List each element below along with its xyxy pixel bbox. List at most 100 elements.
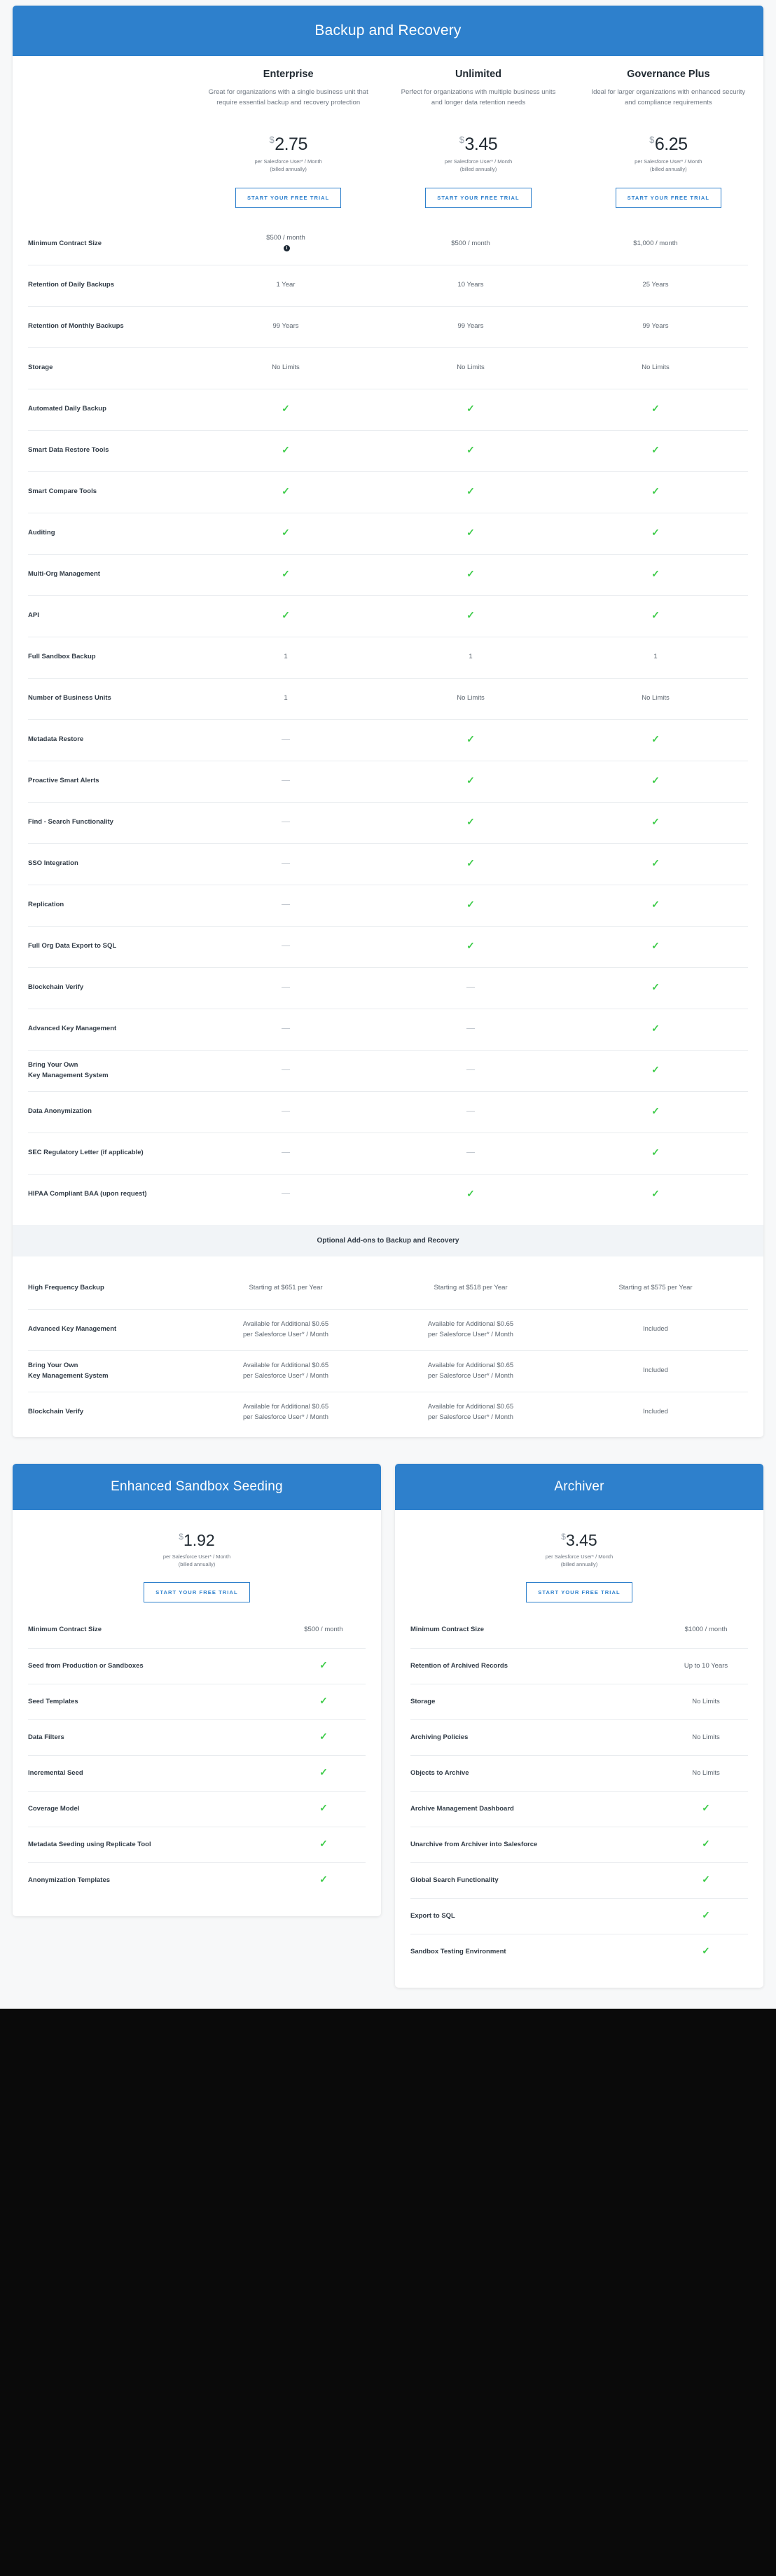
not-included-dash-icon (282, 780, 290, 782)
check-icon: ✓ (651, 567, 660, 579)
feature-value-col-1 (193, 728, 378, 752)
feature-value-col-2: ✓ (378, 1182, 563, 1208)
table-row: Sandbox Testing Environment ✓ (410, 1934, 748, 1969)
feature-label: SSO Integration (28, 859, 78, 868)
plan-description: Perfect for organizations with multiple … (401, 88, 556, 106)
cell-value: $500 / month (451, 239, 490, 247)
feature-value-col-3: Included (563, 1400, 748, 1425)
cell-value: Up to 10 Years (684, 1661, 728, 1670)
feature-label: Advanced Key Management (28, 1325, 117, 1334)
check-icon: ✓ (651, 1187, 660, 1199)
cell-value: Starting at $518 per Year (434, 1283, 508, 1292)
check-icon: ✓ (466, 857, 475, 868)
feature-value-col-3: $1,000 / month (563, 232, 748, 256)
start-free-trial-button-enterprise[interactable]: START YOUR FREE TRIAL (235, 187, 342, 208)
feature-value: ✓ (282, 1867, 366, 1894)
feature-value-col-1: $500 / month i (193, 226, 378, 261)
addons-table: High Frequency Backup Starting at $651 pe… (13, 1256, 763, 1437)
feature-value: ✓ (282, 1724, 366, 1751)
currency-symbol: $ (269, 134, 275, 145)
table-row: Full Sandbox Backup 1 1 1 (28, 636, 748, 678)
cell-value: 99 Years (457, 322, 484, 331)
not-included-dash-icon (282, 1111, 290, 1112)
check-icon: ✓ (282, 485, 290, 497)
feature-value-col-2: ✓ (378, 934, 563, 960)
check-icon: ✓ (466, 402, 475, 414)
feature-label: Proactive Smart Alerts (28, 777, 99, 785)
table-row: Export to SQL ✓ (410, 1898, 748, 1934)
start-free-trial-button-governance-plus[interactable]: START YOUR FREE TRIAL (615, 187, 722, 208)
feature-value-col-3: ✓ (563, 603, 748, 630)
cell-value: Available for Additional $0.65 per Salesf… (427, 1320, 514, 1338)
cell-value: 99 Years (272, 322, 299, 331)
feature-value-col-3: ✓ (563, 1140, 748, 1167)
feature-label: Storage (410, 1697, 436, 1705)
unit-line-2: (billed annually) (650, 166, 687, 173)
check-icon: ✓ (651, 609, 660, 621)
feature-value-col-2: 10 Years (378, 273, 563, 298)
backup-and-recovery-card: Backup and Recovery Enterprise Great for … (13, 6, 763, 1437)
cell-value: 1 (469, 653, 473, 661)
cell-value: $1000 / month (684, 1626, 728, 1634)
unit-line-1: per Salesforce User* / Month (254, 158, 322, 165)
start-free-trial-button-archiver[interactable]: START YOUR FREE TRIAL (526, 1582, 632, 1602)
feature-value-col-3: ✓ (563, 1016, 748, 1043)
price-amount: 1.92 (183, 1530, 215, 1549)
archiver-price: $3.45 (402, 1532, 756, 1549)
table-row: Bring Your Own Key Management System ✓ (28, 1049, 748, 1091)
table-row: Automated Daily Backup ✓ ✓ ✓ (28, 388, 748, 430)
cell-value: Available for Additional $0.65 per Salesf… (242, 1320, 329, 1338)
feature-value-col-1: No Limits (193, 356, 378, 380)
feature-value-col-2 (378, 1100, 563, 1124)
not-included-dash-icon (466, 1111, 475, 1112)
start-free-trial-button-sandbox[interactable]: START YOUR FREE TRIAL (144, 1582, 250, 1602)
not-included-dash-icon (282, 1193, 290, 1195)
check-icon: ✓ (651, 1063, 660, 1075)
check-icon: ✓ (651, 898, 660, 910)
feature-value-col-3: ✓ (563, 1058, 748, 1084)
feature-value-col-2: No Limits (378, 356, 563, 380)
table-row: Advanced Key Management Available for Add… (28, 1308, 748, 1350)
feature-value: $500 / month (282, 1618, 366, 1642)
feature-value-col-1: ✓ (193, 479, 378, 506)
feature-comparison-table: Minimum Contract Size $500 / month i $500 /… (13, 212, 763, 1219)
card-title-archiver: Archiver (395, 1463, 763, 1510)
plan-cta-wrap: START YOUR FREE TRIAL (582, 187, 755, 208)
table-row: Auditing ✓ ✓ ✓ (28, 512, 748, 554)
unit-line-1: per Salesforce User* / Month (635, 158, 702, 165)
feature-value-col-2 (378, 1141, 563, 1165)
feature-value: ✓ (664, 1831, 748, 1858)
check-icon: ✓ (651, 443, 660, 455)
plan-name: Unlimited (455, 69, 502, 80)
archiver-price-unit: per Salesforce User* / Month (billed ann… (402, 1553, 756, 1569)
feature-value-col-2: ✓ (378, 438, 563, 464)
feature-value-col-3: ✓ (563, 479, 748, 506)
check-icon: ✓ (466, 1187, 475, 1199)
check-icon: ✓ (702, 1945, 710, 1957)
feature-label: Retention of Monthly Backups (28, 322, 124, 331)
table-row: Retention of Monthly Backups 99 Years 99 Y… (28, 305, 748, 347)
plan-price: $6.25 (582, 135, 755, 153)
check-icon: ✓ (702, 1802, 710, 1814)
feature-label: Coverage Model (28, 1804, 80, 1813)
feature-value-col-3: 1 (563, 645, 748, 670)
currency-symbol: $ (561, 1531, 566, 1542)
check-icon: ✓ (466, 898, 475, 910)
table-row: Metadata Restore ✓ ✓ (28, 719, 748, 761)
cell-value: No Limits (642, 694, 670, 702)
feature-value: ✓ (282, 1796, 366, 1822)
cell-value: 99 Years (642, 322, 669, 331)
feature-label: Advanced Key Management (28, 1025, 117, 1033)
archiver-feature-table: Minimum Contract Size $1000 / month Retent… (395, 1602, 763, 1988)
table-row: Objects to Archive No Limits (410, 1755, 748, 1791)
feature-value-col-1: ✓ (193, 396, 378, 423)
feature-label: Archiving Policies (410, 1733, 469, 1741)
plan-name: Enterprise (263, 69, 314, 80)
feature-label: Bring Your Own Key Management System (28, 1061, 109, 1079)
info-icon[interactable]: i (284, 245, 290, 251)
feature-label: Metadata Seeding using Replicate Tool (28, 1840, 151, 1848)
cell-value: $1,000 / month (633, 239, 678, 247)
start-free-trial-button-unlimited[interactable]: START YOUR FREE TRIAL (425, 187, 532, 208)
feature-label: Blockchain Verify (28, 1408, 84, 1416)
feature-label: Find - Search Functionality (28, 818, 113, 826)
